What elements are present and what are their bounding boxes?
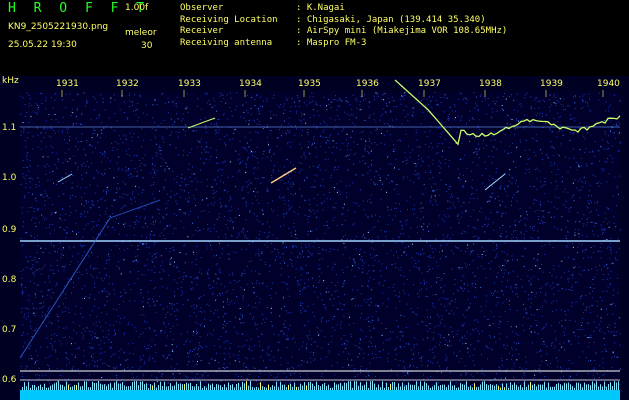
antenna-label: Receiving antenna xyxy=(180,37,273,48)
filename-label: KN9_2505221930.png xyxy=(8,22,109,32)
y-tick-label: 1.0 xyxy=(2,173,17,183)
x-tick-label: 1938 xyxy=(479,79,502,89)
x-tick-label: 1932 xyxy=(116,79,139,89)
receiver-row: Receiver : AirSpy mini (Miakejima VOR 10… xyxy=(180,26,507,38)
x-tick-label: 1939 xyxy=(540,79,563,89)
y-tick-label: 0.8 xyxy=(2,275,17,285)
x-tick-label: 1937 xyxy=(418,79,441,89)
receiver-value: : AirSpy mini (Miakejima VOR 108.65MHz) xyxy=(296,26,508,36)
location-row: Receiving Location : Chigasaki, Japan (1… xyxy=(180,15,507,27)
observer-row: Observer : K.Nagai xyxy=(180,3,507,15)
location-value: : Chigasaki, Japan (139.414 35.340) xyxy=(296,14,486,25)
y-tick-label: 0.6 xyxy=(2,375,17,385)
meleor-value: 30 xyxy=(141,41,153,51)
y-tick-label: 1.1 xyxy=(2,123,17,133)
observer-label: Observer xyxy=(180,3,224,13)
antenna-value: : Maspro FM-3 xyxy=(296,37,367,48)
x-tick-label: 1934 xyxy=(239,79,262,89)
y-tick-label: 0.9 xyxy=(2,225,17,235)
spectrogram-area xyxy=(20,92,620,387)
header-bar: H R O F F T 1.00f KN9_2505221930.png 25.… xyxy=(0,0,629,76)
meleor-label: meleor xyxy=(125,28,157,38)
x-tick-label: 1931 xyxy=(56,79,79,89)
observer-value: : K.Nagai xyxy=(296,3,345,13)
bottom-band xyxy=(20,390,620,400)
x-tick-label: 1935 xyxy=(298,79,321,89)
datetime-label: 25.05.22 19:30 xyxy=(8,40,77,50)
antenna-row: Receiving antenna : Maspro FM-3 xyxy=(180,38,507,50)
version-label: 1.00f xyxy=(125,3,149,13)
x-tick-label: 1936 xyxy=(356,79,379,89)
spectrogram-plot xyxy=(0,76,629,400)
y-axis-unit: kHz xyxy=(2,76,19,86)
receiver-label: Receiver xyxy=(180,26,224,36)
x-tick-label: 1940 xyxy=(597,79,620,89)
y-tick-label: 0.7 xyxy=(2,325,17,335)
location-label: Receiving Location xyxy=(180,14,278,25)
station-info: Observer : K.Nagai Receiving Location : … xyxy=(180,3,507,49)
x-tick-label: 1933 xyxy=(178,79,201,89)
